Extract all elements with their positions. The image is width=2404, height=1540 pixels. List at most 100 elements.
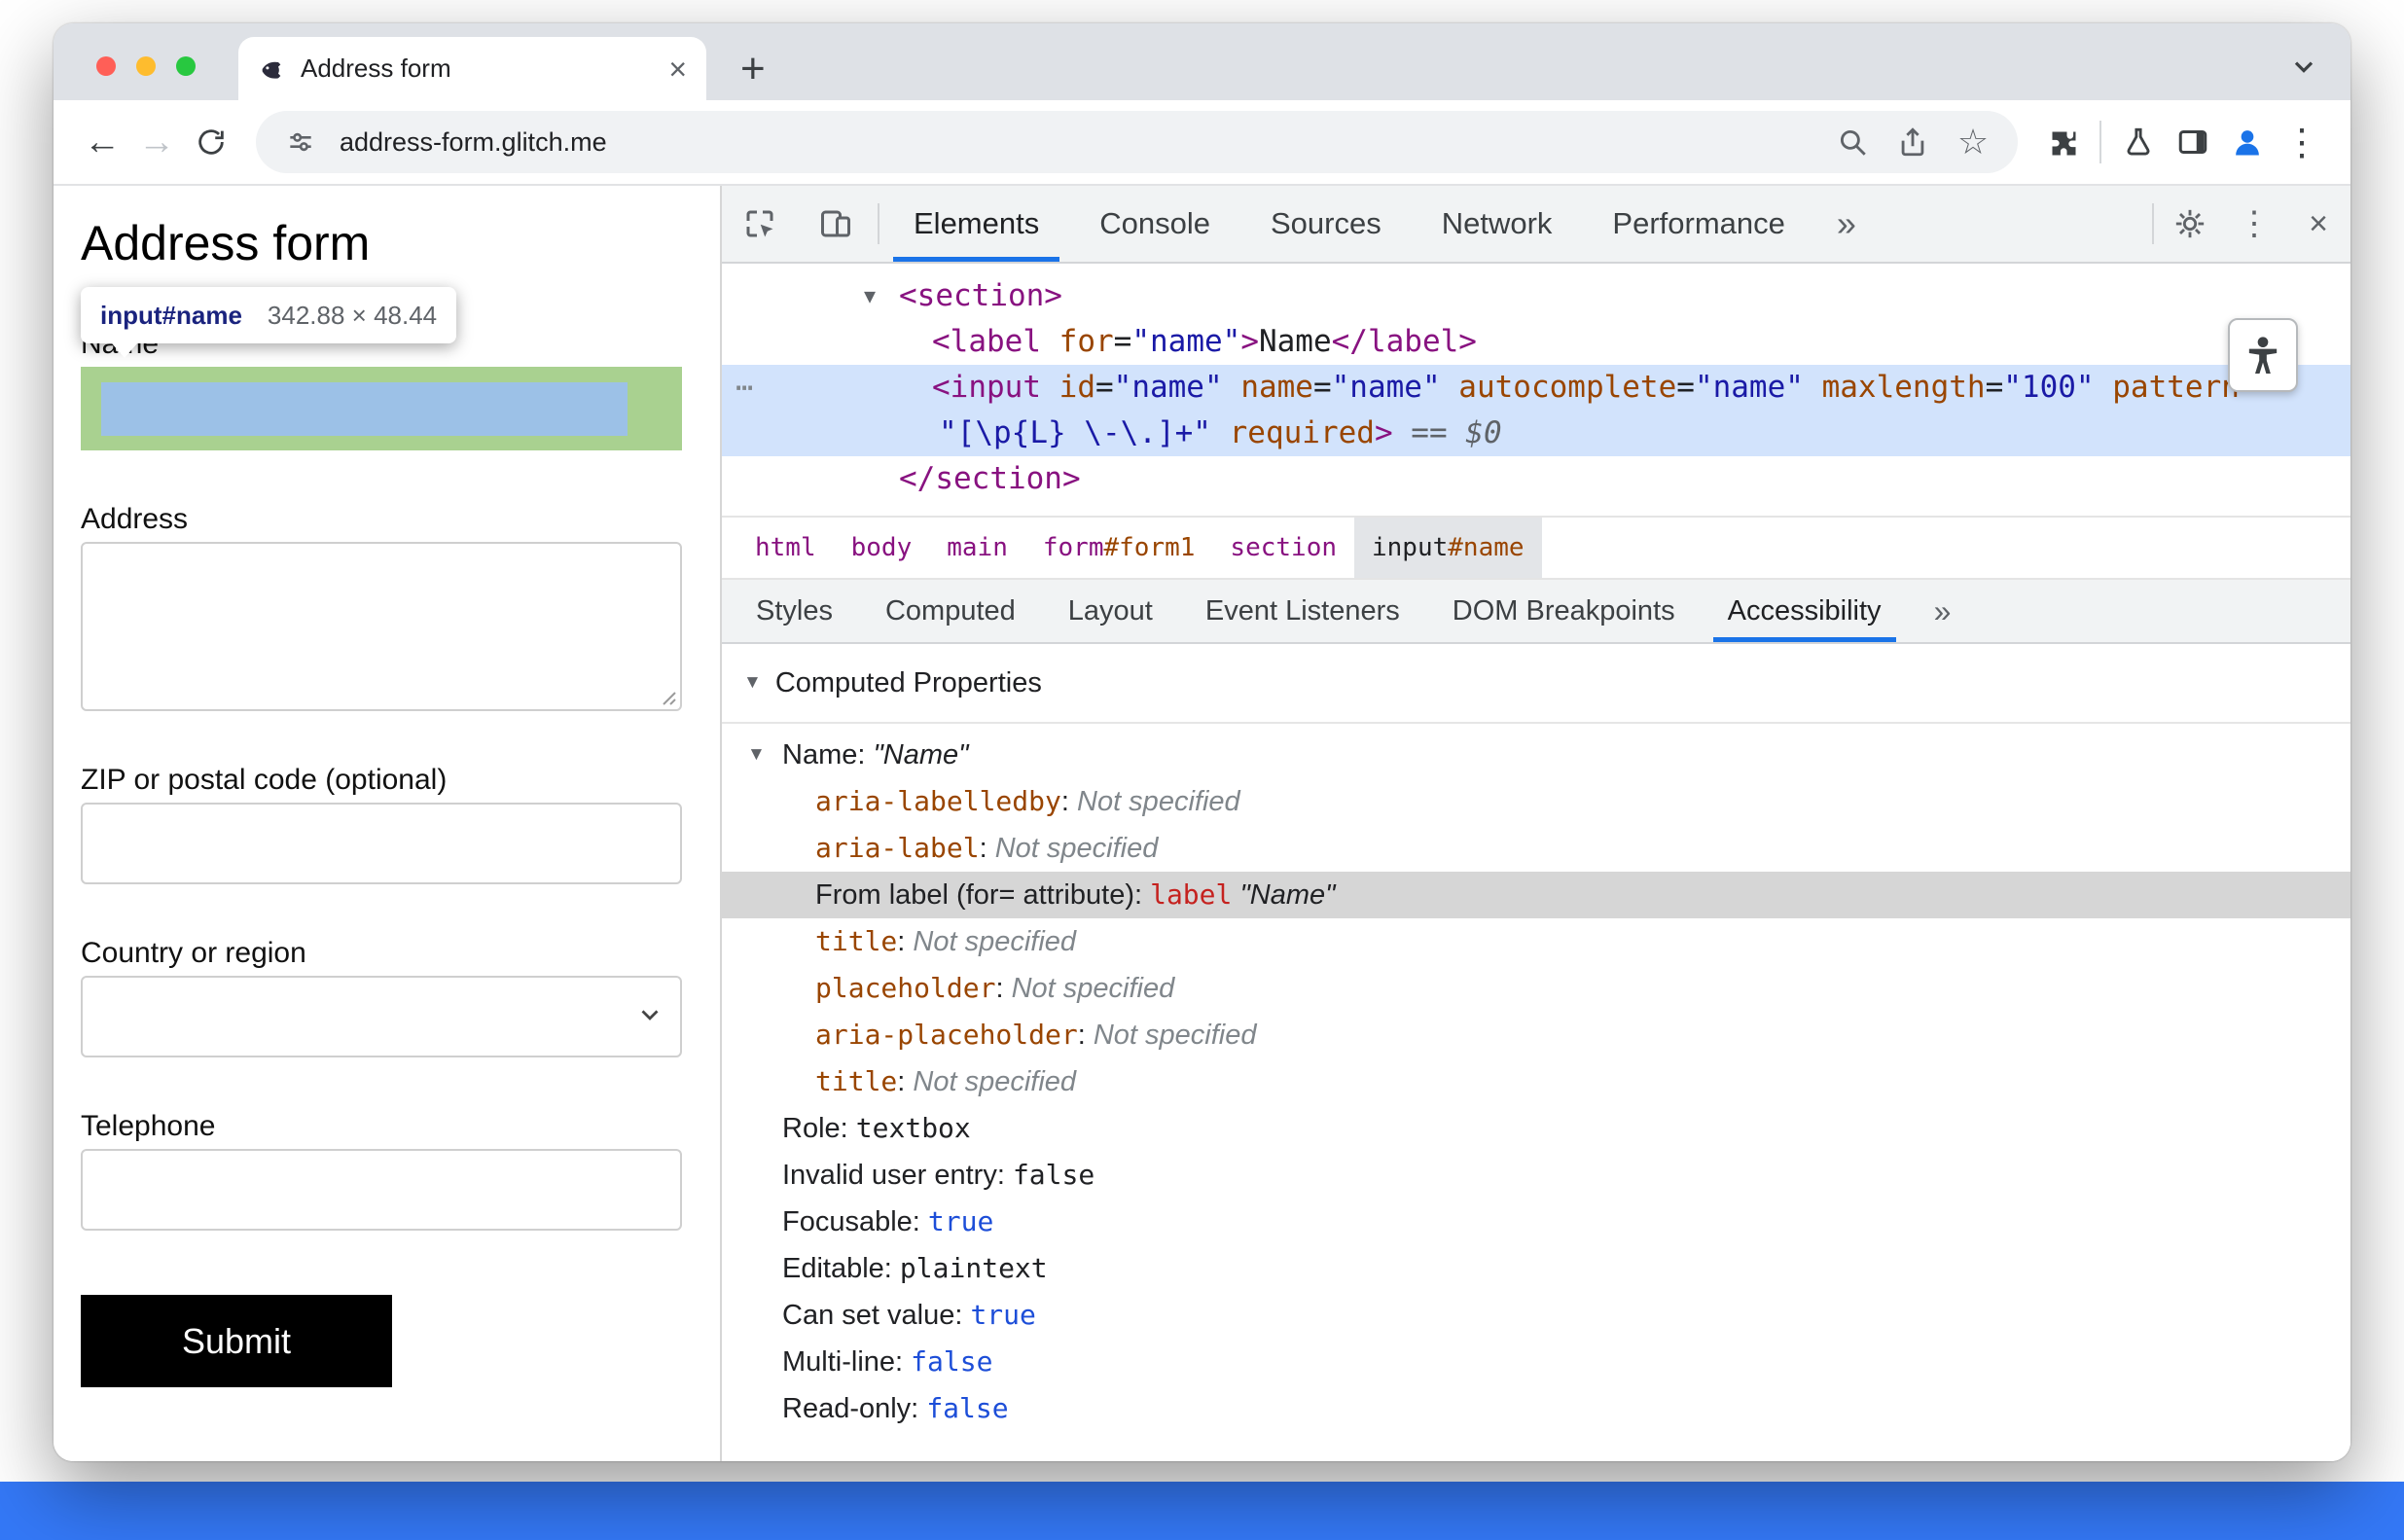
extensions-puzzle-icon[interactable]: [2035, 115, 2090, 169]
share-icon[interactable]: [1891, 121, 1934, 163]
tab-favicon: [262, 61, 281, 79]
tab-close-icon[interactable]: ×: [668, 54, 687, 85]
more-subtabs-button[interactable]: »: [1908, 580, 1978, 642]
devtools-tab-sources[interactable]: Sources: [1240, 186, 1412, 262]
address-field-group: Address: [81, 503, 682, 711]
country-field-group: Country or region: [81, 937, 682, 1057]
a11y-row-role[interactable]: Role: textbox: [722, 1105, 2350, 1152]
toolbar-divider: [2099, 121, 2101, 163]
reload-button[interactable]: [184, 115, 238, 169]
subtab-styles[interactable]: Styles: [730, 580, 859, 642]
a11y-row-aria-label[interactable]: aria-label: Not specified: [722, 825, 2350, 872]
a11y-row-aria-placeholder[interactable]: aria-placeholder: Not specified: [722, 1012, 2350, 1058]
crumb-html[interactable]: html: [737, 518, 834, 578]
devtools-tab-elements[interactable]: Elements: [883, 186, 1069, 262]
new-tab-button[interactable]: +: [740, 45, 766, 93]
bookmark-star-icon[interactable]: ☆: [1952, 121, 1994, 163]
a11y-row-aria-labelledby[interactable]: aria-labelledby: Not specified: [722, 778, 2350, 825]
a11y-row-from-label[interactable]: From label (for= attribute): label "Name…: [722, 872, 2350, 918]
tooltip-element-name: input#name: [100, 300, 242, 330]
a11y-row-read-only[interactable]: Read-only: false: [722, 1385, 2350, 1432]
subtab-layout[interactable]: Layout: [1042, 580, 1179, 642]
address-bar[interactable]: address-form.glitch.me ☆: [256, 111, 2018, 173]
side-panel-icon[interactable]: [2166, 115, 2220, 169]
address-label: Address: [81, 503, 189, 535]
devtools-panel: Elements Console Sources Network Perform…: [722, 186, 2350, 1461]
toolbar-separator: [2152, 203, 2154, 244]
inspect-element-button[interactable]: [722, 186, 798, 262]
tab-strip: Address form × +: [54, 23, 2350, 100]
accessibility-person-button[interactable]: [2228, 318, 2298, 392]
crumb-section[interactable]: section: [1212, 518, 1354, 578]
resize-grip-icon[interactable]: [652, 681, 677, 706]
browser-menu-kebab-icon[interactable]: ⋮: [2275, 115, 2329, 169]
phone-input[interactable]: [81, 1149, 682, 1231]
disclosure-triangle-icon[interactable]: ▼: [747, 744, 766, 766]
a11y-row-editable[interactable]: Editable: plaintext: [722, 1245, 2350, 1292]
devtools-close-icon[interactable]: ×: [2286, 186, 2350, 262]
traffic-lights: [96, 56, 196, 76]
devtools-tab-network[interactable]: Network: [1412, 186, 1583, 262]
dom-node-section-open[interactable]: ▼ <section>: [722, 273, 2350, 319]
devtools-settings-gear-icon[interactable]: [2158, 186, 2222, 262]
disclosure-triangle-icon[interactable]: ▼: [743, 672, 762, 694]
page-title: Address form: [81, 216, 371, 270]
devtools-sidebar-tabs: Styles Computed Layout Event Listeners D…: [722, 580, 2350, 644]
crumb-form[interactable]: form #form1: [1025, 518, 1213, 578]
more-panels-button[interactable]: »: [1815, 186, 1878, 262]
device-toolbar-button[interactable]: [798, 186, 874, 262]
crumb-main[interactable]: main: [929, 518, 1025, 578]
experiments-flask-icon[interactable]: [2111, 115, 2166, 169]
zip-input[interactable]: [81, 803, 682, 884]
tab-search-chevron-icon[interactable]: [2288, 51, 2319, 87]
browser-window: Address form × + ← → address-form.glitch…: [54, 23, 2350, 1461]
address-textarea[interactable]: [81, 542, 682, 711]
zip-field-group: ZIP or postal code (optional): [81, 764, 682, 884]
site-settings-icon[interactable]: [279, 121, 322, 163]
a11y-row-can-set-value[interactable]: Can set value: true: [722, 1292, 2350, 1339]
node-options-dots-icon[interactable]: ⋯: [736, 365, 753, 411]
devtools-tab-console[interactable]: Console: [1069, 186, 1240, 262]
dom-node-label[interactable]: <label for="name">Name</label>: [722, 319, 2350, 365]
a11y-row-placeholder[interactable]: placeholder: Not specified: [722, 965, 2350, 1012]
dom-node-input-selected[interactable]: ⋯ <input id="name" name="name" autocompl…: [722, 365, 2350, 456]
subtab-dom-breakpoints[interactable]: DOM Breakpoints: [1426, 580, 1702, 642]
minimize-window-button[interactable]: [136, 56, 156, 76]
subtab-accessibility[interactable]: Accessibility: [1702, 580, 1908, 642]
country-select[interactable]: [81, 976, 682, 1057]
elements-tree: ▼ <section> <label for="name">Name</label…: [722, 264, 2350, 516]
a11y-row-focusable[interactable]: Focusable: true: [722, 1199, 2350, 1245]
a11y-row-name[interactable]: ▼ Name: "Name": [722, 732, 2350, 778]
disclosure-triangle-icon[interactable]: ▼: [864, 273, 876, 319]
name-input[interactable]: [81, 367, 682, 450]
devtools-tab-performance[interactable]: Performance: [1582, 186, 1814, 262]
maximize-window-button[interactable]: [176, 56, 196, 76]
crumb-body[interactable]: body: [834, 518, 930, 578]
profile-avatar[interactable]: [2220, 115, 2275, 169]
name-field-group: Name: [81, 328, 682, 450]
computed-properties-title: Computed Properties: [774, 666, 1042, 698]
dom-node-section-close[interactable]: </section>: [722, 456, 2350, 502]
computed-properties-list: ▼ Name: "Name" aria-labelledby: Not speci…: [722, 724, 2350, 1432]
window-content: Address form Name Address ZIP or postal …: [54, 186, 2350, 1461]
browser-tab[interactable]: Address form ×: [238, 37, 706, 100]
crumb-input-selected[interactable]: input #name: [1354, 518, 1542, 578]
subtab-event-listeners[interactable]: Event Listeners: [1179, 580, 1426, 642]
tooltip-dimensions: 342.88 × 48.44: [267, 300, 438, 330]
zoom-icon[interactable]: [1831, 121, 1874, 163]
a11y-row-invalid-user-entry[interactable]: Invalid user entry: false: [722, 1152, 2350, 1199]
dom-breadcrumbs: html body main form #form1 section input #…: [722, 516, 2350, 580]
a11y-row-title[interactable]: title: Not specified: [722, 918, 2350, 965]
computed-properties-header[interactable]: ▼ Computed Properties: [722, 644, 2350, 724]
close-window-button[interactable]: [96, 56, 116, 76]
back-button[interactable]: ←: [75, 115, 129, 169]
submit-button[interactable]: Submit: [81, 1295, 392, 1387]
subtab-computed[interactable]: Computed: [859, 580, 1042, 642]
url-text[interactable]: address-form.glitch.me: [340, 127, 607, 158]
a11y-row-multi-line[interactable]: Multi-line: false: [722, 1339, 2350, 1385]
accessibility-pane: ▼ Computed Properties ▼ Name: "Name" aria…: [722, 644, 2350, 1461]
person-icon: [2248, 337, 2278, 374]
a11y-row-title-2[interactable]: title: Not specified: [722, 1058, 2350, 1105]
phone-label: Telephone: [81, 1110, 216, 1142]
devtools-menu-kebab-icon[interactable]: ⋮: [2222, 186, 2286, 262]
